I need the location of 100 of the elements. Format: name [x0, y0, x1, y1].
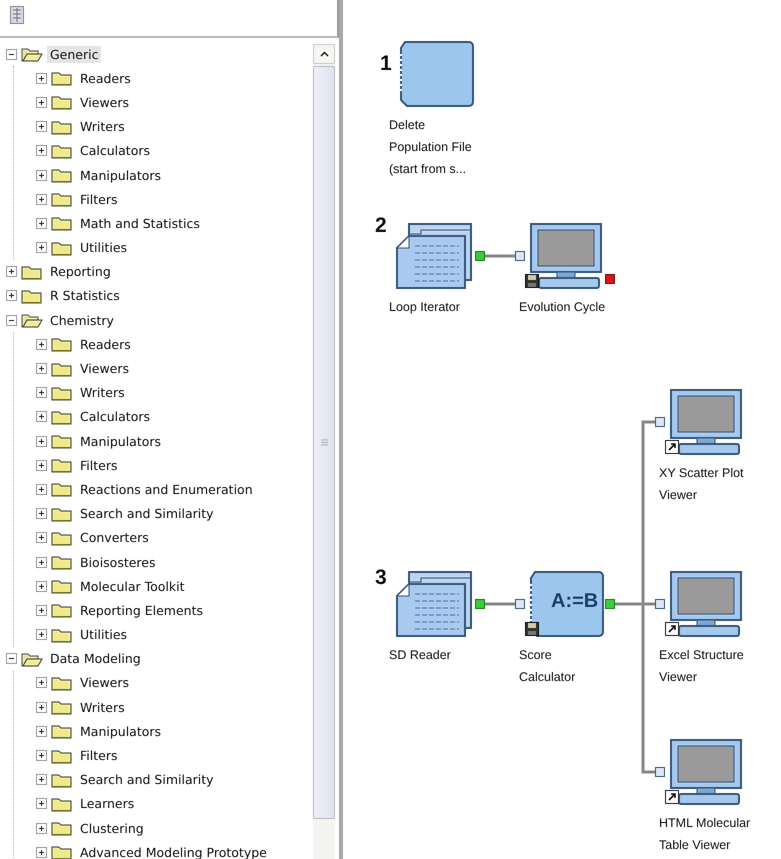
- expand-button[interactable]: [36, 436, 47, 447]
- tree-item[interactable]: Molecular Toolkit: [77, 578, 188, 595]
- plus-icon: [38, 728, 45, 735]
- folder-icon: [51, 408, 73, 425]
- node-label: HTML Molecular Table Viewer: [659, 815, 750, 854]
- plus-icon: [38, 340, 45, 348]
- tree-item[interactable]: Converters: [77, 529, 152, 546]
- expand-button[interactable]: [36, 822, 47, 834]
- folder-icon: [51, 796, 73, 812]
- plus-icon: [38, 752, 45, 760]
- expand-button[interactable]: [36, 460, 47, 471]
- tree-item[interactable]: Utilities: [77, 239, 130, 256]
- tree-item[interactable]: Generic: [47, 46, 102, 63]
- tree-item[interactable]: Advanced Modeling Prototype: [77, 844, 270, 859]
- plus-icon: [38, 389, 45, 396]
- expand-button[interactable]: [36, 145, 47, 156]
- tree-item[interactable]: Search and Similarity: [77, 771, 217, 788]
- expand-button[interactable]: [36, 774, 47, 786]
- tree-item[interactable]: Learners: [77, 795, 138, 812]
- tree-item[interactable]: R Statistics: [47, 287, 123, 304]
- tree-item[interactable]: Calculators: [77, 408, 153, 426]
- expand-button[interactable]: [36, 556, 47, 568]
- tree-item[interactable]: Data Modeling: [47, 650, 144, 668]
- tree-item[interactable]: Clustering: [77, 820, 147, 837]
- folder-icon: [51, 820, 73, 836]
- tree-item[interactable]: Viewers: [77, 94, 132, 111]
- connector-line: [485, 254, 515, 258]
- tree-item[interactable]: Reactions and Enumeration: [77, 480, 256, 498]
- scroll-up-button[interactable]: [313, 44, 335, 64]
- tree-item[interactable]: Manipulators: [77, 722, 164, 740]
- plus-icon: [38, 534, 45, 542]
- tree-item[interactable]: Writers: [77, 698, 128, 716]
- expand-button[interactable]: [36, 194, 47, 205]
- expand-button[interactable]: [6, 266, 17, 278]
- tree-item[interactable]: Bioisosteres: [77, 554, 159, 571]
- expand-button[interactable]: [36, 508, 47, 520]
- expand-button[interactable]: [36, 798, 47, 810]
- expand-button[interactable]: [36, 411, 47, 422]
- tree-item[interactable]: Writers: [77, 384, 128, 402]
- node-label: Excel Structure Viewer: [659, 647, 744, 686]
- tree-item[interactable]: Viewers: [77, 674, 132, 692]
- tree-item[interactable]: Utilities: [77, 626, 130, 644]
- expand-button[interactable]: [36, 604, 47, 616]
- input-port[interactable]: [515, 599, 525, 609]
- input-port[interactable]: [655, 599, 665, 609]
- panel-icon[interactable]: [10, 6, 24, 24]
- input-port[interactable]: [655, 417, 665, 427]
- tree-item[interactable]: Manipulators: [77, 166, 164, 184]
- expand-button[interactable]: [36, 629, 47, 640]
- output-port[interactable]: [475, 599, 485, 609]
- output-port[interactable]: [475, 251, 485, 261]
- tree-item[interactable]: Chemistry: [47, 312, 117, 329]
- tree-item[interactable]: Filters: [77, 456, 120, 474]
- folder-icon: [51, 70, 73, 86]
- tree-item[interactable]: Viewers: [77, 360, 132, 378]
- input-port[interactable]: [655, 767, 665, 777]
- expand-button[interactable]: [36, 96, 47, 108]
- tree-item[interactable]: Writers: [77, 118, 128, 136]
- tree-item[interactable]: Readers: [77, 336, 134, 353]
- input-port[interactable]: [515, 251, 525, 261]
- tree-item[interactable]: Filters: [77, 747, 120, 764]
- document-stack-icon[interactable]: [395, 570, 475, 638]
- expand-button[interactable]: [36, 484, 47, 495]
- tree-item[interactable]: Reporting: [47, 263, 114, 280]
- expand-button[interactable]: [36, 846, 47, 858]
- document-stack-icon[interactable]: [395, 222, 475, 290]
- node-label: XY Scatter Plot Viewer: [659, 465, 744, 504]
- collapse-button[interactable]: [6, 314, 17, 326]
- tree-item[interactable]: Manipulators: [77, 432, 164, 450]
- expand-button[interactable]: [36, 726, 47, 737]
- collapse-button[interactable]: [6, 653, 17, 664]
- expand-button[interactable]: [36, 170, 47, 181]
- folder-icon: [51, 191, 73, 208]
- plus-icon: [38, 123, 45, 130]
- tree-item[interactable]: Filters: [77, 190, 120, 208]
- expand-button[interactable]: [36, 702, 47, 713]
- expand-button[interactable]: [36, 387, 47, 398]
- expand-button[interactable]: [36, 338, 47, 350]
- tree-item[interactable]: Search and Similarity: [77, 505, 217, 522]
- expand-button[interactable]: [36, 532, 47, 544]
- tree-item[interactable]: Reporting Elements: [77, 602, 206, 619]
- tree-item[interactable]: Readers: [77, 70, 134, 87]
- tree-item[interactable]: Calculators: [77, 142, 153, 160]
- expand-button[interactable]: [36, 580, 47, 592]
- plus-icon: [38, 704, 45, 711]
- expand-button[interactable]: [36, 677, 47, 688]
- plus-icon: [38, 413, 45, 420]
- collapse-button[interactable]: [6, 48, 17, 60]
- expand-button[interactable]: [36, 72, 47, 84]
- plus-icon: [38, 558, 45, 566]
- expand-button[interactable]: [36, 363, 47, 374]
- output-port[interactable]: [605, 599, 615, 609]
- expand-button[interactable]: [36, 121, 47, 132]
- expand-button[interactable]: [36, 218, 47, 229]
- expand-button[interactable]: [6, 290, 17, 302]
- expand-button[interactable]: [36, 750, 47, 762]
- folder-icon: [51, 118, 73, 135]
- plus-icon: [8, 268, 15, 276]
- tree-item[interactable]: Math and Statistics: [77, 214, 203, 232]
- expand-button[interactable]: [36, 242, 47, 254]
